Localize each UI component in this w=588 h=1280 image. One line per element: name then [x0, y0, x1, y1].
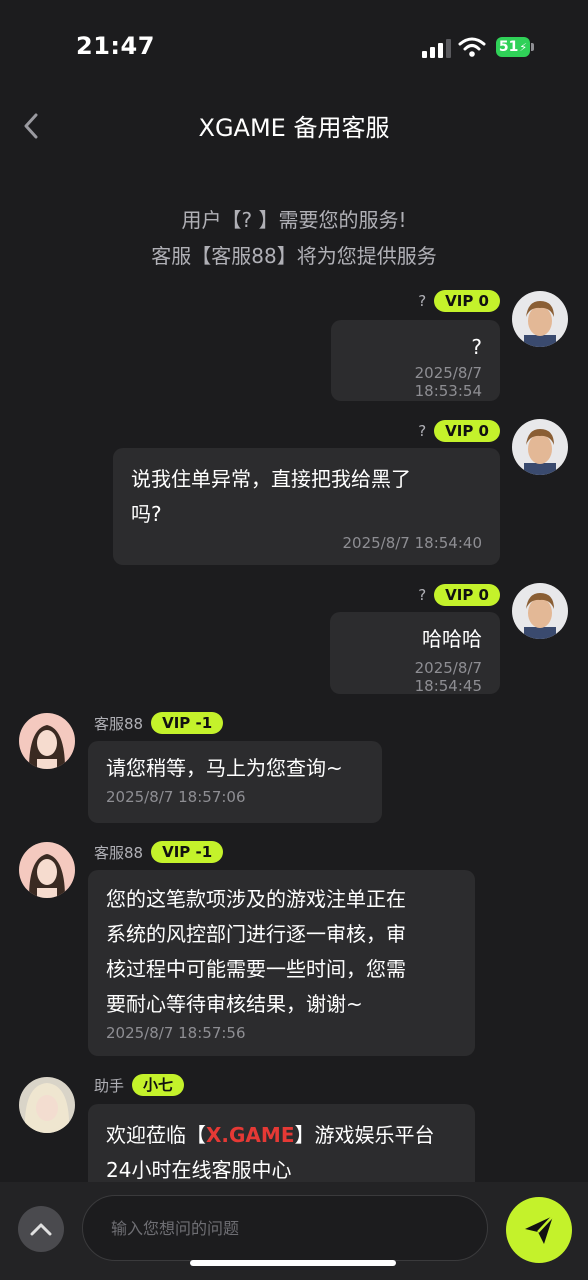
message-timestamp: 2025/8/7 18:57:06 [106, 788, 246, 806]
assistant-avatar[interactable] [19, 1077, 75, 1133]
sender-name: 客服88 [94, 843, 144, 862]
message-text: 请您稍等，马上为您查询~ [106, 756, 343, 780]
text-segment: 欢迎莅临【 [106, 1123, 206, 1147]
page-title: XGAME 备用客服 [198, 114, 390, 142]
message-text-line: 您的这笔款项涉及的游戏注单正在 [106, 887, 406, 911]
sender-name: ? [418, 292, 427, 310]
message-input[interactable] [82, 1195, 488, 1261]
message-bubble: 说我住单异常，直接把我给黑了 吗? 2025/8/7 18:54:40 [113, 448, 500, 565]
message-meta: ? VIP 0 [418, 290, 500, 312]
text-segment: 】游戏娱乐平台 [294, 1123, 435, 1147]
message-bubble: 您的这笔款项涉及的游戏注单正在 系统的风控部门进行逐一审核，审 核过程中可能需要… [88, 870, 475, 1056]
home-indicator [190, 1260, 396, 1266]
sender-name: ? [418, 422, 427, 440]
message-timestamp: 2025/8/7 18:54:40 [342, 534, 482, 552]
message-meta: 客服88 VIP -1 [94, 712, 224, 734]
system-message-line1: 用户【? 】需要您的服务! [181, 208, 407, 232]
message-bubble: ? 2025/8/7 18:53:54 [331, 320, 500, 401]
message-bubble: 请您稍等，马上为您查询~ 2025/8/7 18:57:06 [88, 741, 382, 823]
message-meta: ? VIP 0 [418, 420, 500, 442]
message-text-line: 核过程中可能需要一些时间，您需 [106, 957, 406, 981]
message-text-line: 要耐心等待审核结果，谢谢~ [106, 992, 363, 1016]
message-meta: ? VIP 0 [418, 584, 500, 606]
message-text-line: 欢迎莅临【X.GAME】游戏娱乐平台 [106, 1118, 457, 1153]
message-timestamp: 2025/8/7 18:53:54 [414, 364, 482, 400]
vip-badge: VIP 0 [434, 584, 500, 606]
expand-button[interactable] [18, 1206, 64, 1252]
message-meta: 助手 小七 [94, 1074, 185, 1096]
battery-icon: 51 ⚡ [496, 37, 530, 57]
battery-tip [531, 43, 534, 51]
status-time: 21:47 [76, 32, 155, 60]
sender-name: 助手 [94, 1076, 125, 1095]
send-icon [525, 1215, 554, 1244]
message-text-line: 吗? [131, 502, 162, 526]
vip-badge: VIP 0 [434, 420, 500, 442]
brand-highlight: X.GAME [206, 1123, 295, 1147]
system-message-line2: 客服【客服88】将为您提供服务 [151, 244, 437, 268]
vip-badge: VIP 0 [434, 290, 500, 312]
agent-avatar[interactable] [19, 842, 75, 898]
wifi-icon [458, 36, 486, 62]
vip-badge: VIP -1 [151, 841, 224, 863]
user-avatar[interactable] [512, 419, 568, 475]
message-bubble: 欢迎莅临【X.GAME】游戏娱乐平台 24小时在线客服中心 [88, 1104, 475, 1194]
message-timestamp: 2025/8/7 18:54:45 [414, 659, 482, 695]
vip-badge: VIP -1 [151, 712, 224, 734]
message-text-line: 说我住单异常，直接把我给黑了 [131, 467, 411, 491]
chevron-up-icon [30, 1223, 52, 1236]
message-bubble: 哈哈哈 2025/8/7 18:54:45 [330, 612, 500, 695]
sender-name: 客服88 [94, 714, 144, 733]
agent-avatar[interactable] [19, 713, 75, 769]
battery-level: 51 [498, 39, 519, 55]
sender-name: ? [418, 586, 427, 604]
user-avatar[interactable] [512, 583, 568, 639]
message-timestamp: 2025/8/7 18:57:56 [106, 1024, 246, 1042]
signal-icon [422, 38, 452, 58]
message-meta: 客服88 VIP -1 [94, 841, 224, 863]
assistant-badge: 小七 [132, 1074, 185, 1096]
message-text: 哈哈哈 [422, 627, 482, 651]
user-avatar[interactable] [512, 291, 568, 347]
send-button[interactable] [506, 1197, 572, 1263]
message-text: ? [471, 335, 482, 359]
message-text-line: 系统的风控部门进行逐一审核，审 [106, 922, 406, 946]
